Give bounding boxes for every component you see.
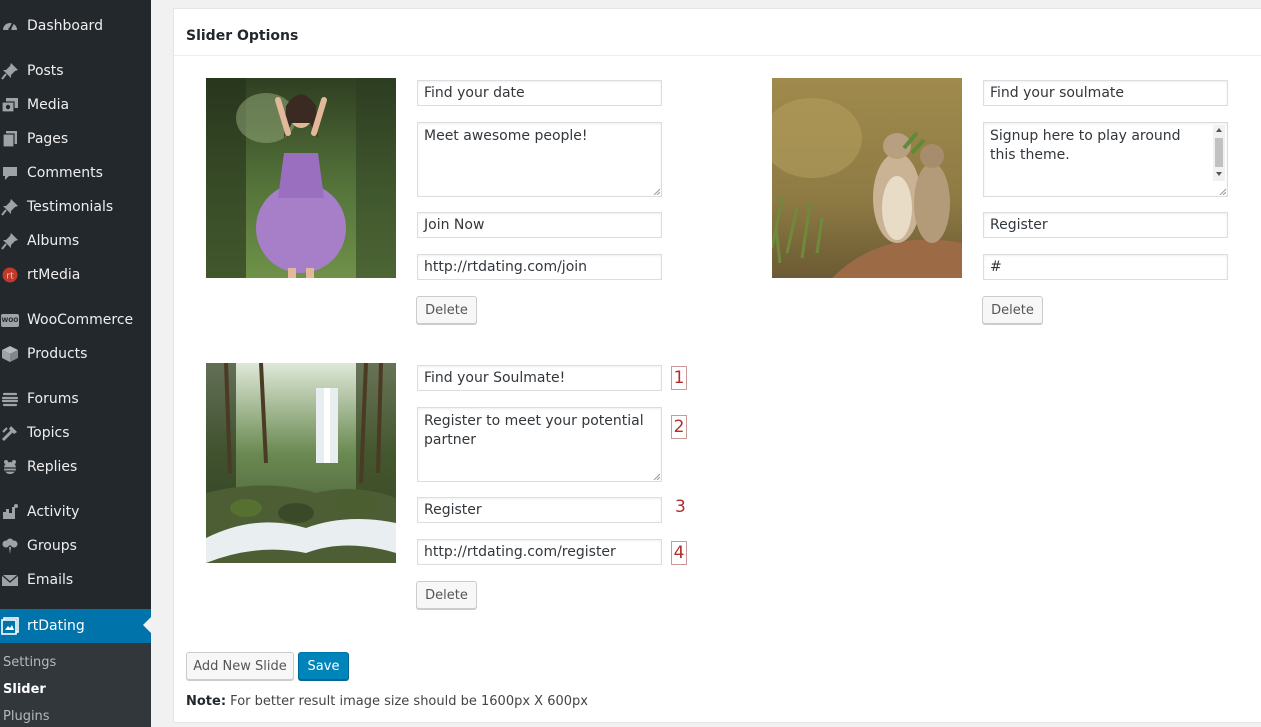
resize-handle-icon[interactable] (652, 187, 660, 195)
slide-2-description-text: Signup here to play around this theme. (990, 128, 1181, 163)
replies-icon (0, 457, 20, 477)
resize-handle-icon[interactable] (1218, 187, 1226, 195)
envelope-icon (0, 570, 20, 590)
activity-icon (0, 502, 20, 522)
menu-item-rtmedia[interactable]: rt rtMedia (0, 259, 151, 291)
groups-icon (0, 536, 20, 556)
pages-icon (0, 129, 20, 149)
submenu-item-plugins[interactable]: Plugins (3, 709, 50, 724)
comment-icon (0, 163, 20, 183)
rtmedia-icon: rt (0, 265, 20, 285)
menu-item-topics[interactable]: Topics (0, 417, 151, 449)
dashboard-icon (0, 16, 20, 36)
slide-2-button-text-input[interactable]: Register (983, 212, 1228, 238)
menu-item-posts[interactable]: Posts (0, 55, 151, 87)
submenu-item-settings[interactable]: Settings (3, 655, 56, 670)
panel-title: Slider Options (186, 28, 299, 44)
slide-1-description-textarea[interactable]: Meet awesome people! (417, 122, 662, 197)
menu-item-comments[interactable]: Comments (0, 157, 151, 189)
resize-handle-icon[interactable] (652, 472, 660, 480)
menu-item-activity[interactable]: Activity (0, 496, 151, 528)
slide-1-button-text-input[interactable]: Join Now (417, 212, 662, 238)
note-text: For better result image size should be 1… (226, 694, 588, 709)
menu-item-dashboard[interactable]: Dashboard (0, 10, 151, 42)
note-label: Note: (186, 694, 227, 709)
slide-3-title-input[interactable]: Find your Soulmate! (417, 365, 662, 391)
save-button[interactable]: Save (298, 652, 349, 680)
forums-icon (0, 389, 20, 409)
slider-options-panel: Slider Options Find your date Meet aweso… (173, 8, 1261, 723)
slide-2-button-link-input[interactable]: # (983, 254, 1228, 280)
image-size-note: Note: For better result image size shoul… (186, 694, 588, 709)
menu-item-albums[interactable]: Albums (0, 225, 151, 257)
slide-1-title-input[interactable]: Find your date (417, 80, 662, 106)
slide-3-description-textarea[interactable]: Register to meet your potential partner (417, 407, 662, 482)
woocommerce-icon: WOO (0, 310, 20, 330)
menu-item-rtdating[interactable]: rtDating (0, 609, 151, 643)
slide-3-description-text: Register to meet your potential partner (424, 413, 644, 448)
menu-item-pages[interactable]: Pages (0, 123, 151, 155)
menu-item-replies[interactable]: Replies (0, 451, 151, 483)
slide-image-prairie-dogs (772, 78, 962, 278)
pin-icon (0, 197, 20, 217)
panel-divider (174, 55, 1261, 56)
svg-text:rt: rt (6, 272, 14, 282)
annotation-4: 4 (671, 541, 687, 565)
annotation-1: 1 (671, 366, 687, 390)
cube-icon (0, 344, 20, 364)
slide-3-button-link-input[interactable]: http://rtdating.com/register (417, 539, 662, 565)
rtdating-icon (0, 616, 20, 636)
topics-icon (0, 423, 20, 443)
menu-item-groups[interactable]: Groups (0, 530, 151, 562)
rtdating-submenu: Settings Slider Plugins (0, 643, 151, 727)
slide-3-button-text-input[interactable]: Register (417, 497, 662, 523)
submenu-item-slider[interactable]: Slider (3, 682, 46, 697)
slide-2-title-input[interactable]: Find your soulmate (983, 80, 1228, 106)
admin-sidebar: Dashboard Posts Media Pages Comments Tes… (0, 0, 151, 727)
annotation-3: 3 (675, 497, 686, 517)
menu-item-forums[interactable]: Forums (0, 383, 151, 415)
slide-image-woman (206, 78, 396, 278)
menu-item-woocommerce[interactable]: WOO WooCommerce (0, 304, 151, 336)
pin-icon (0, 231, 20, 251)
slide-2-description-textarea[interactable]: Signup here to play around this theme. (983, 122, 1228, 197)
menu-item-media[interactable]: Media (0, 89, 151, 121)
menu-item-testimonials[interactable]: Testimonials (0, 191, 151, 223)
add-new-slide-button[interactable]: Add New Slide (186, 652, 294, 680)
slide-1-delete-button[interactable]: Delete (416, 296, 477, 324)
media-icon (0, 95, 20, 115)
slide-1-description-text: Meet awesome people! (424, 128, 588, 144)
menu-item-products[interactable]: Products (0, 338, 151, 370)
menu-item-emails[interactable]: Emails (0, 564, 151, 596)
textarea-scrollbar[interactable] (1213, 125, 1225, 181)
slide-image-waterfall (206, 363, 396, 563)
slide-2-delete-button[interactable]: Delete (982, 296, 1043, 324)
annotation-2: 2 (671, 415, 687, 439)
slide-1-button-link-input[interactable]: http://rtdating.com/join (417, 254, 662, 280)
pin-icon (0, 61, 20, 81)
slide-3-delete-button[interactable]: Delete (416, 581, 477, 609)
